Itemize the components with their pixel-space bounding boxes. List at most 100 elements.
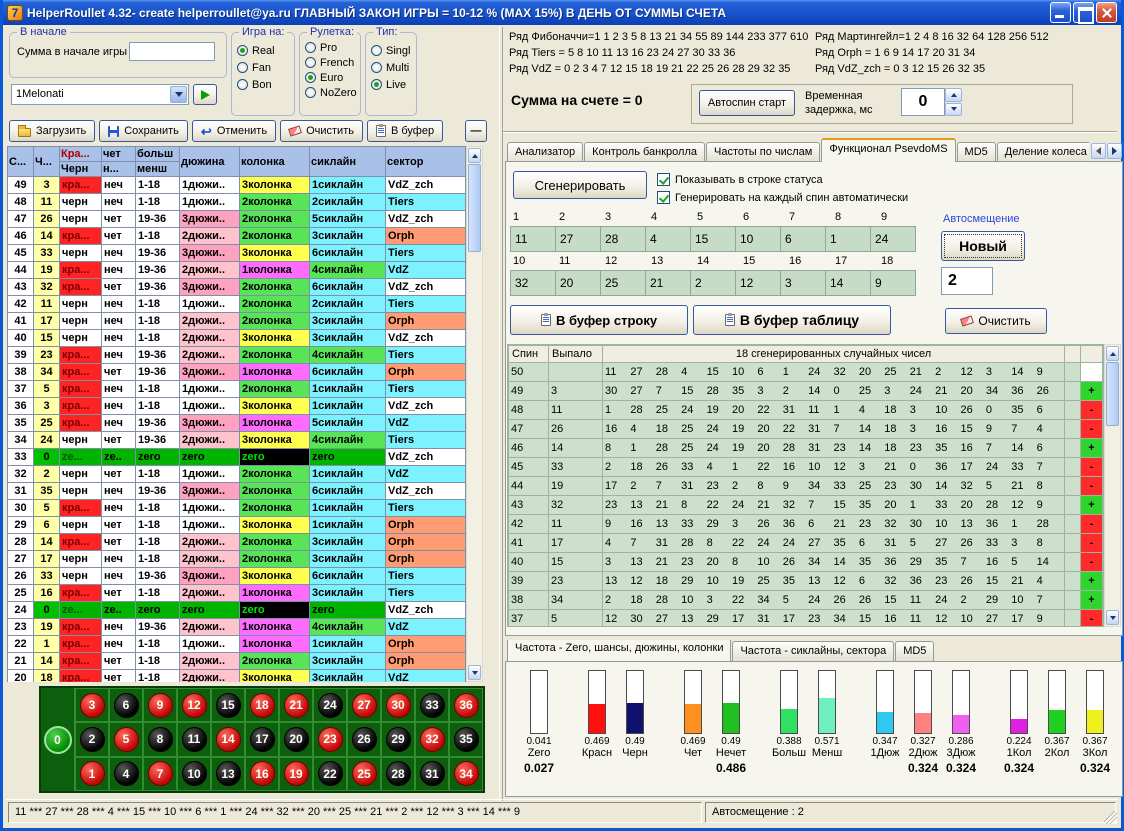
delay-value[interactable]: 0 — [901, 88, 945, 116]
preset-combobox[interactable]: 1Melonati — [11, 84, 189, 105]
board-number-cell[interactable]: 19 — [279, 757, 313, 791]
col-header-spin[interactable]: С... — [8, 147, 34, 177]
tab-2[interactable]: Частоты по числам — [706, 142, 820, 162]
history-row[interactable]: 2516кра...чет1-182дюжи..1колонка3сиклайн… — [8, 585, 466, 602]
board-number-cell[interactable]: 20 — [279, 722, 313, 756]
scrollbar-thumb[interactable] — [468, 164, 481, 252]
spins-row[interactable]: 421191613332932636621233230101336128- — [509, 515, 1103, 534]
board-number-cell[interactable]: 27 — [347, 688, 381, 722]
radio-option-0[interactable]: Pro — [300, 40, 360, 55]
tab-1[interactable]: Частота - сиклайны, сектора — [732, 641, 894, 661]
board-number-cell[interactable]: 4 — [109, 757, 143, 791]
gen-grid-cell[interactable]: 25 — [600, 270, 646, 296]
history-row[interactable]: 2717черннеч1-182дюжи..2колонка3сиклайнOr… — [8, 551, 466, 568]
board-number-cell[interactable]: 9 — [143, 688, 177, 722]
history-row[interactable]: 4811черннеч1-181дюжи..2колонка2сиклайнTi… — [8, 194, 466, 211]
board-number-cell[interactable]: 18 — [245, 688, 279, 722]
spins-row[interactable]: 37512302713291731172334151611121027179- — [509, 610, 1103, 628]
col-header-sector[interactable]: сектор — [386, 147, 466, 177]
board-number-cell[interactable]: 25 — [347, 757, 381, 791]
history-row[interactable]: 4117черннеч1-182дюжи..2колонка3сиклайнOr… — [8, 313, 466, 330]
board-number-cell[interactable]: 30 — [381, 688, 415, 722]
spins-header-fell[interactable]: Выпало — [549, 346, 603, 363]
spins-row[interactable]: 4726164182524192022317141831615974- — [509, 420, 1103, 439]
toolbar-button-5[interactable]: В буфер — [367, 120, 443, 142]
gen-grid-cell[interactable]: 21 — [645, 270, 691, 296]
board-number-cell[interactable]: 35 — [449, 722, 483, 756]
minimize-button[interactable] — [1050, 2, 1071, 23]
board-number-cell[interactable]: 15 — [211, 688, 245, 722]
history-row[interactable]: 4533черннеч19-363дюжи..3колонка6сиклайнT… — [8, 245, 466, 262]
tabs-scroll-right-icon[interactable] — [1107, 143, 1122, 159]
spins-row[interactable]: 441917273123289343325233014325218- — [509, 477, 1103, 496]
radio-option-3[interactable]: NoZero — [300, 85, 360, 100]
board-number-cell[interactable]: 22 — [313, 757, 347, 791]
clear-button[interactable]: Очистить — [945, 308, 1047, 334]
spins-row[interactable]: 39231312182910192535131263236232615214+ — [509, 572, 1103, 591]
autospin-button[interactable]: Автоспин старт — [699, 90, 795, 116]
history-row[interactable]: 2018кра...чет1-182дюжи..3колонка3сиклайн… — [8, 670, 466, 683]
board-number-cell[interactable]: 29 — [381, 722, 415, 756]
board-number-cell[interactable]: 23 — [313, 722, 347, 756]
tabs-scroll-left-icon[interactable] — [1091, 143, 1106, 159]
tab-3[interactable]: Функционал PsevdoMS — [821, 138, 955, 162]
history-row[interactable]: 2319кра...неч19-362дюжи..1колонка4сиклай… — [8, 619, 466, 636]
tab-5[interactable]: Деление колеса на — [997, 142, 1089, 162]
board-number-cell[interactable]: 34 — [449, 757, 483, 791]
history-row[interactable]: 4015черннеч1-182дюжи..3колонка3сиклайнVd… — [8, 330, 466, 347]
spinner-up-icon[interactable] — [945, 88, 962, 102]
tab-0[interactable]: Анализатор — [507, 142, 583, 162]
history-row[interactable]: 240ze...ze..zerozerozerozeroVdZ_zch — [8, 602, 466, 619]
spins-row[interactable]: 38342182810322345242626151124229107+ — [509, 591, 1103, 610]
history-row[interactable]: 322чернчет1-181дюжи..2колонка1сиклайнVdZ — [8, 466, 466, 483]
board-number-cell[interactable]: 33 — [415, 688, 449, 722]
checkbox-show-in-status[interactable]: Показывать в строке статуса — [657, 172, 823, 187]
board-number-cell[interactable]: 13 — [211, 757, 245, 791]
gen-grid-cell[interactable]: 20 — [555, 270, 601, 296]
tab-1[interactable]: Контроль банкролла — [584, 142, 705, 162]
history-row[interactable]: 3525кра...неч19-363дюжи..1колонка5сиклай… — [8, 415, 466, 432]
start-sum-input[interactable] — [129, 42, 215, 61]
spins-header-spin[interactable]: Спин — [509, 346, 549, 363]
history-row[interactable]: 2814кра...чет1-182дюжи..2колонка3сиклайн… — [8, 534, 466, 551]
history-row[interactable]: 3834кра...чет19-363дюжи..1колонка6сиклай… — [8, 364, 466, 381]
gen-grid-cell[interactable]: 9 — [870, 270, 916, 296]
board-number-cell[interactable]: 21 — [279, 688, 313, 722]
new-button[interactable]: Новый — [941, 231, 1025, 261]
board-number-cell[interactable]: 6 — [109, 688, 143, 722]
board-zero-cell[interactable]: 0 — [41, 688, 75, 791]
col-header-odd[interactable]: н... — [102, 162, 136, 177]
history-row[interactable]: 2633черннеч19-363дюжи..3колонка6сиклайнT… — [8, 568, 466, 585]
col-header-red[interactable]: Кра... — [60, 147, 102, 162]
spins-scrollbar[interactable] — [1104, 344, 1121, 627]
board-number-cell[interactable]: 24 — [313, 688, 347, 722]
gen-grid-cell[interactable]: 3 — [780, 270, 826, 296]
history-row[interactable]: 4419кра...неч19-362дюжи..1колонка4сиклай… — [8, 262, 466, 279]
collapse-button[interactable]: — — [465, 120, 487, 142]
toolbar-button-3[interactable]: ↩Отменить — [192, 120, 276, 142]
board-number-cell[interactable]: 28 — [381, 757, 415, 791]
radio-option-0[interactable]: Singl — [366, 43, 416, 58]
history-row[interactable]: 4211черннеч1-181дюжи..2колонка2сиклайнTi… — [8, 296, 466, 313]
board-number-cell[interactable]: 31 — [415, 757, 449, 791]
col-header-column[interactable]: колонка — [240, 147, 310, 177]
history-row[interactable]: 4726чернчет19-363дюжи..2колонка5сиклайнV… — [8, 211, 466, 228]
history-row[interactable]: 4332кра...чет19-363дюжи..2колонка6сиклай… — [8, 279, 466, 296]
gen-grid-cell[interactable]: 32 — [510, 270, 556, 296]
scroll-up-icon[interactable] — [468, 148, 481, 163]
board-number-cell[interactable]: 8 — [143, 722, 177, 756]
gen-grid-cell[interactable]: 14 — [825, 270, 871, 296]
radio-option-2[interactable]: Bon — [232, 77, 294, 92]
gen-grid-cell[interactable]: 11 — [510, 226, 556, 252]
spins-row[interactable]: 411747312882224242735631527263338- — [509, 534, 1103, 553]
copy-table-button[interactable]: В буфер таблицу — [693, 305, 891, 335]
history-row[interactable]: 296чернчет1-181дюжи..3колонка1сиклайнOrp… — [8, 517, 466, 534]
history-scrollbar[interactable] — [466, 146, 483, 682]
history-row[interactable]: 3424чернчет19-362дюжи..3колонка4сиклайнT… — [8, 432, 466, 449]
history-row[interactable]: 4614кра...чет1-182дюжи..2колонка3сиклайн… — [8, 228, 466, 245]
spins-header-numbers[interactable]: 18 сгенерированных случайных чисел — [603, 346, 1065, 363]
autoshift-input[interactable] — [941, 267, 993, 295]
board-number-cell[interactable]: 16 — [245, 757, 279, 791]
board-number-cell[interactable]: 11 — [177, 722, 211, 756]
scroll-down-icon[interactable] — [1106, 610, 1119, 625]
